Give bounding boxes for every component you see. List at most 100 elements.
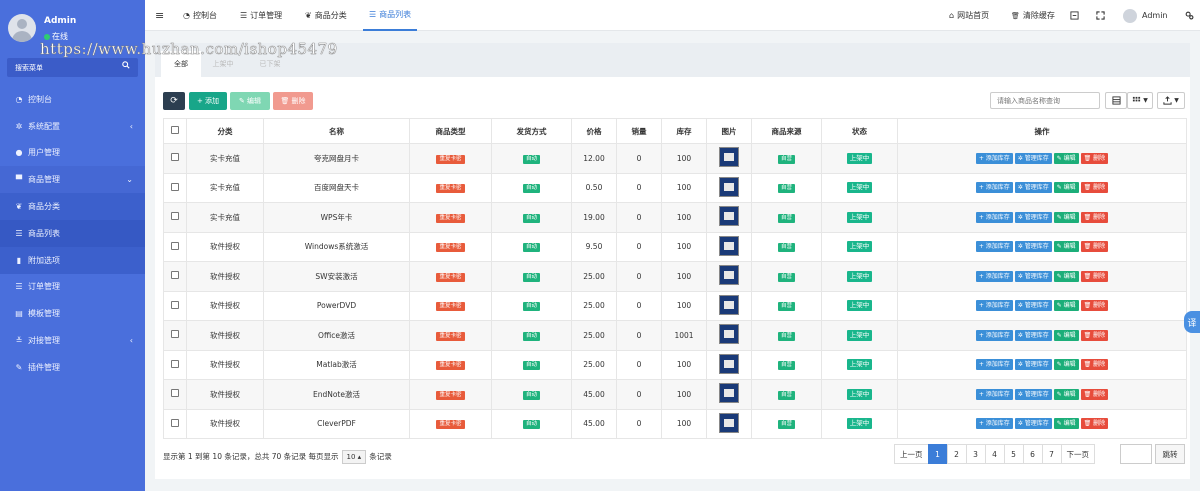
row-checkbox[interactable] (171, 241, 179, 250)
columns-button[interactable]: ▼ (1127, 92, 1153, 109)
page-button[interactable]: 2 (946, 444, 967, 464)
refresh-button[interactable]: ⟳ (163, 92, 185, 110)
add-stock-button[interactable]: + 添加库存 (975, 300, 1013, 312)
edit-button[interactable]: ✎ 编辑 (230, 92, 270, 110)
row-checkbox[interactable] (171, 212, 179, 221)
delete-row-button[interactable]: 🗑 删除 (1080, 152, 1109, 164)
row-checkbox[interactable] (171, 330, 179, 339)
page-button[interactable]: 7 (1041, 444, 1062, 464)
sidebar-toggle-button[interactable]: ≡ (155, 0, 164, 31)
delete-row-button[interactable]: 🗑 删除 (1080, 418, 1109, 430)
manage-stock-button[interactable]: ✲ 管理库存 (1014, 152, 1052, 164)
add-button[interactable]: + 添加 (189, 92, 227, 110)
status-badge[interactable]: 上架中 (846, 418, 873, 430)
manage-stock-button[interactable]: ✲ 管理库存 (1014, 241, 1052, 253)
delete-row-button[interactable]: 🗑 删除 (1080, 270, 1109, 282)
add-stock-button[interactable]: + 添加库存 (975, 388, 1013, 400)
page-button[interactable]: 5 (1003, 444, 1024, 464)
sidebar-item[interactable]: ◔ 控制台 (0, 86, 145, 113)
manage-stock-button[interactable]: ✲ 管理库存 (1014, 418, 1052, 430)
edit-row-button[interactable]: ✎ 编辑 (1053, 241, 1079, 253)
sidebar-item[interactable]: ✲ 系统配置 ‹ (0, 113, 145, 140)
manage-stock-button[interactable]: ✲ 管理库存 (1014, 211, 1052, 223)
add-stock-button[interactable]: + 添加库存 (975, 182, 1013, 194)
delete-row-button[interactable]: 🗑 删除 (1080, 359, 1109, 371)
translate-button[interactable]: 译 (1184, 311, 1200, 333)
column-header[interactable]: 库存 (661, 118, 707, 144)
delete-row-button[interactable]: 🗑 删除 (1080, 241, 1109, 253)
add-stock-button[interactable]: + 添加库存 (975, 418, 1013, 430)
page-button[interactable]: 6 (1022, 444, 1043, 464)
row-checkbox[interactable] (171, 271, 179, 280)
column-header[interactable]: 分类 (186, 118, 264, 144)
product-thumbnail[interactable] (719, 147, 739, 168)
delete-row-button[interactable]: 🗑 删除 (1080, 300, 1109, 312)
product-thumbnail[interactable] (719, 324, 739, 345)
sidebar-item[interactable]: ▮ 附加选项 (0, 246, 145, 274)
manage-stock-button[interactable]: ✲ 管理库存 (1014, 182, 1052, 194)
status-badge[interactable]: 上架中 (846, 270, 873, 282)
row-checkbox[interactable] (171, 389, 179, 398)
edit-row-button[interactable]: ✎ 编辑 (1053, 388, 1079, 400)
home-link[interactable]: ⌂ 网站首页 (949, 0, 989, 31)
search-input[interactable] (990, 92, 1100, 109)
export-button[interactable]: ▼ (1157, 92, 1185, 109)
settings-button[interactable] (1185, 0, 1194, 31)
edit-row-button[interactable]: ✎ 编辑 (1053, 182, 1079, 194)
product-thumbnail[interactable] (719, 294, 739, 315)
manage-stock-button[interactable]: ✲ 管理库存 (1014, 388, 1052, 400)
status-badge[interactable]: 上架中 (846, 359, 873, 371)
tab-product-list[interactable]: ☰ 商品列表 (363, 0, 418, 31)
select-all-checkbox[interactable] (171, 126, 179, 134)
tab-dashboard[interactable]: ◔ 控制台 (183, 0, 217, 31)
product-thumbnail[interactable] (719, 206, 739, 227)
sidebar-search[interactable]: 搜索菜单 (7, 58, 138, 77)
edit-row-button[interactable]: ✎ 编辑 (1053, 359, 1079, 371)
status-badge[interactable]: 上架中 (846, 152, 873, 164)
page-button[interactable]: 3 (965, 444, 986, 464)
product-thumbnail[interactable] (719, 235, 739, 256)
add-stock-button[interactable]: + 添加库存 (975, 270, 1013, 282)
column-header[interactable]: 销量 (616, 118, 662, 144)
column-header[interactable]: 价格 (571, 118, 617, 144)
row-checkbox[interactable] (171, 182, 179, 191)
delete-row-button[interactable]: 🗑 删除 (1080, 329, 1109, 341)
page-button[interactable]: 1 (927, 444, 948, 464)
sidebar-item[interactable]: ☰ 商品列表 (0, 219, 145, 247)
column-header[interactable]: 状态 (821, 118, 898, 144)
column-header[interactable]: 发货方式 (491, 118, 572, 144)
row-checkbox[interactable] (171, 300, 179, 309)
row-checkbox[interactable] (171, 153, 179, 162)
status-badge[interactable]: 上架中 (846, 211, 873, 223)
status-badge[interactable]: 上架中 (846, 388, 873, 400)
tab-orders[interactable]: ☰ 订单管理 (240, 0, 282, 31)
sidebar-item[interactable]: ≚ 对接管理 ‹ (0, 327, 145, 354)
add-stock-button[interactable]: + 添加库存 (975, 359, 1013, 371)
delete-row-button[interactable]: 🗑 删除 (1080, 388, 1109, 400)
product-thumbnail[interactable] (719, 176, 739, 197)
edit-row-button[interactable]: ✎ 编辑 (1053, 270, 1079, 282)
search-icon[interactable] (122, 61, 130, 69)
tab-categories[interactable]: ❦ 商品分类 (305, 0, 347, 31)
delete-row-button[interactable]: 🗑 删除 (1080, 211, 1109, 223)
user-menu[interactable]: Admin (1123, 0, 1168, 31)
sidebar-item[interactable]: ● 用户管理 (0, 140, 145, 167)
sidebar-item[interactable]: ▤ 模板管理 (0, 300, 145, 327)
status-badge[interactable]: 上架中 (846, 300, 873, 312)
row-checkbox[interactable] (171, 359, 179, 368)
manage-stock-button[interactable]: ✲ 管理库存 (1014, 300, 1052, 312)
manage-stock-button[interactable]: ✲ 管理库存 (1014, 329, 1052, 341)
edit-row-button[interactable]: ✎ 编辑 (1053, 152, 1079, 164)
product-thumbnail[interactable] (719, 353, 739, 374)
add-stock-button[interactable]: + 添加库存 (975, 241, 1013, 253)
sidebar-item[interactable]: ▀ 商品管理 ⌄ (0, 166, 145, 194)
manage-stock-button[interactable]: ✲ 管理库存 (1014, 359, 1052, 371)
column-header[interactable]: 商品类型 (409, 118, 492, 144)
product-thumbnail[interactable] (719, 265, 739, 286)
sidebar-item[interactable]: ✎ 插件管理 (0, 354, 145, 381)
page-button[interactable]: 4 (984, 444, 1005, 464)
sidebar-item[interactable]: ☰ 订单管理 (0, 274, 145, 301)
add-stock-button[interactable]: + 添加库存 (975, 211, 1013, 223)
status-badge[interactable]: 上架中 (846, 241, 873, 253)
clear-cache-button[interactable]: 🗑 清除缓存 (1011, 0, 1055, 31)
